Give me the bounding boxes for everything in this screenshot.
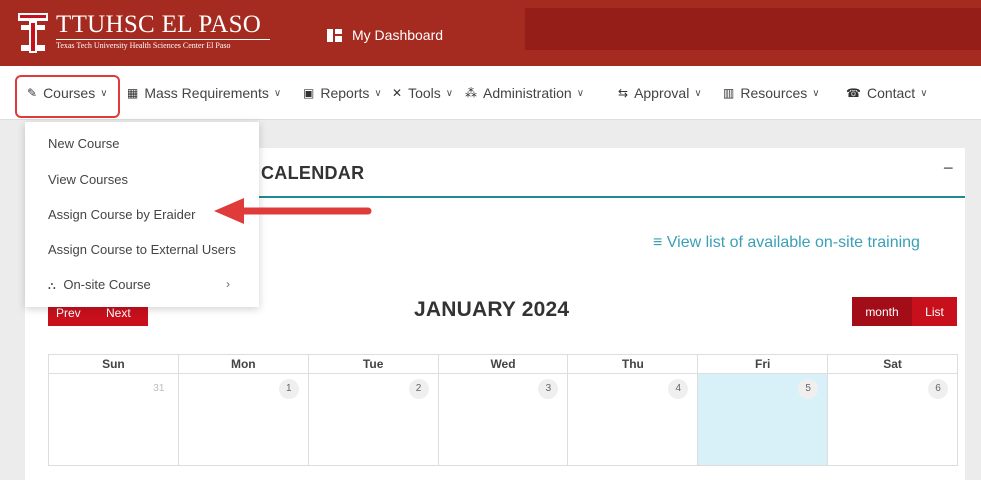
courses-highlight-box xyxy=(15,75,120,118)
weekday-label: Tue xyxy=(307,355,438,373)
day-cell[interactable]: 2 xyxy=(307,374,438,466)
weekday-label: Sun xyxy=(48,355,178,373)
nav-label: Reports xyxy=(320,85,370,101)
weekday-label: Thu xyxy=(567,355,697,373)
chevron-down-icon: ∨ xyxy=(576,87,585,99)
day-number[interactable]: 5 xyxy=(798,379,819,399)
nav-resources[interactable]: ▥ Resources ∨ xyxy=(723,66,820,120)
nav-tools[interactable]: ✕ Tools ∨ xyxy=(392,66,453,120)
prev-button[interactable]: Prev xyxy=(56,306,81,320)
users-icon: ⁂ xyxy=(465,86,477,100)
nav-label: Contact xyxy=(866,85,916,101)
weekday-label: Mon xyxy=(177,355,308,373)
nav-mass-requirements[interactable]: ▦ Mass Requirements ∨ xyxy=(127,66,281,120)
nav-contact[interactable]: ☎ Contact ∨ xyxy=(846,66,928,120)
collapse-button[interactable]: − xyxy=(943,158,954,179)
day-number[interactable]: 31 xyxy=(149,379,169,399)
menu-item-assign-external[interactable]: Assign Course to External Users xyxy=(48,242,236,257)
brand-subtitle: Texas Tech University Health Sciences Ce… xyxy=(56,41,231,50)
my-dashboard-link[interactable]: My Dashboard xyxy=(327,27,443,43)
nav-label: Resources xyxy=(740,85,808,101)
my-dashboard-label: My Dashboard xyxy=(352,27,444,43)
brand-logo-link[interactable]: TTUHSC EL PASO Texas Tech University Hea… xyxy=(18,10,270,58)
next-button[interactable]: Next xyxy=(106,306,131,320)
menu-item-onsite-course[interactable]: ⛬ On-site Course xyxy=(48,277,151,293)
day-number[interactable]: 4 xyxy=(668,379,689,399)
menu-item-new-course[interactable]: New Course xyxy=(48,136,120,151)
chevron-down-icon: ∨ xyxy=(920,87,928,99)
list-view-button[interactable]: List xyxy=(912,297,957,326)
chevron-down-icon: ∨ xyxy=(694,87,702,99)
brand-divider xyxy=(56,39,270,40)
menu-item-assign-by-eraider[interactable]: Assign Course by Eraider xyxy=(48,207,195,222)
day-number[interactable]: 6 xyxy=(928,379,949,399)
month-view-button[interactable]: month xyxy=(852,297,912,326)
brand-title: TTUHSC EL PASO xyxy=(56,11,262,38)
callout-arrow-icon xyxy=(214,198,372,224)
day-cell[interactable]: 31 xyxy=(48,374,178,466)
day-cell[interactable]: 6 xyxy=(827,374,959,466)
top-header: TTUHSC EL PASO Texas Tech University Hea… xyxy=(0,0,981,66)
chevron-down-icon: ∨ xyxy=(812,87,820,99)
calendar-icon: ▦ xyxy=(127,86,139,100)
nav-label: Approval xyxy=(634,85,690,101)
handshake-icon: ⇆ xyxy=(618,86,629,100)
calendar-grid: Sun Mon Tue Wed Thu Fri Sat 31 1 2 3 4 5… xyxy=(48,354,959,466)
tools-icon: ✕ xyxy=(392,86,403,100)
header-banner xyxy=(525,8,981,50)
view-onsite-training-link[interactable]: ≡ View list of available on-site trainin… xyxy=(653,234,920,252)
chevron-right-icon: › xyxy=(226,277,230,291)
menu-item-view-courses[interactable]: View Courses xyxy=(48,172,128,187)
day-cell[interactable]: 3 xyxy=(437,374,568,466)
menu-item-label: On-site Course xyxy=(63,277,151,292)
monitor-icon: ▣ xyxy=(303,86,315,100)
day-cell-today[interactable]: 5 xyxy=(697,374,828,466)
weekday-label: Fri xyxy=(697,355,827,373)
dashboard-icon xyxy=(327,28,342,42)
nav-administration[interactable]: ⁂ Administration ∨ xyxy=(465,66,584,120)
calendar-title: CALENDAR xyxy=(261,163,365,183)
month-title: JANUARY 2024 xyxy=(414,298,570,321)
day-number[interactable]: 1 xyxy=(278,379,299,399)
chevron-down-icon: ∨ xyxy=(273,87,282,99)
contact-icon: ☎ xyxy=(846,86,861,100)
nav-approval[interactable]: ⇆ Approval ∨ xyxy=(618,66,702,120)
weekday-label: Sat xyxy=(827,355,959,373)
chevron-down-icon: ∨ xyxy=(374,87,382,99)
nav-label: Administration xyxy=(483,85,572,101)
week-row: 31 1 2 3 4 5 6 xyxy=(48,374,959,466)
main-nav: ✎ Courses ∨ ▦ Mass Requirements ∨ ▣ Repo… xyxy=(0,66,981,120)
day-cell[interactable]: 1 xyxy=(177,374,308,466)
weekday-header: Sun Mon Tue Wed Thu Fri Sat xyxy=(48,354,959,374)
nav-reports[interactable]: ▣ Reports ∨ xyxy=(303,66,382,120)
weekday-label: Wed xyxy=(437,355,568,373)
nav-label: Mass Requirements xyxy=(144,85,269,101)
library-icon: ▥ xyxy=(723,86,735,100)
day-cell[interactable]: 4 xyxy=(567,374,698,466)
chevron-down-icon: ∨ xyxy=(445,87,454,99)
sitemap-icon: ⛬ xyxy=(48,280,56,292)
day-number[interactable]: 3 xyxy=(538,379,559,399)
texas-tech-logo-icon xyxy=(18,13,48,53)
day-number[interactable]: 2 xyxy=(408,379,429,399)
nav-label: Tools xyxy=(408,85,441,101)
